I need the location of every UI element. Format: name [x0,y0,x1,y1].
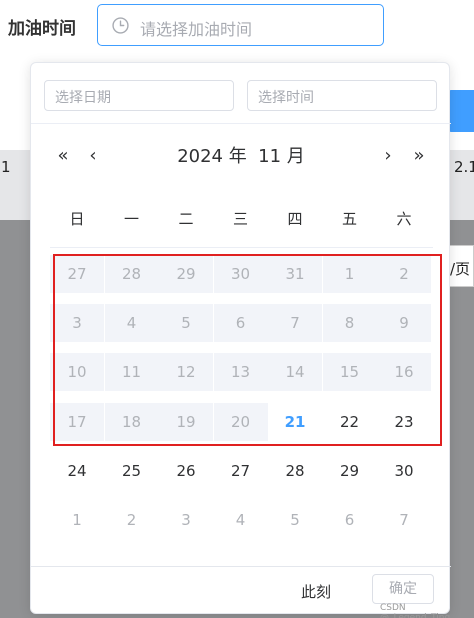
watermark: CSDN @_Legend_Ting [380,603,451,618]
refuel-time-input[interactable]: 请选择加油时间 [97,4,384,46]
weekday-label: 一 [123,210,139,228]
header-divider [31,123,451,124]
calendar-day[interactable]: 2 [105,501,159,539]
calendar-day[interactable]: 5 [268,501,322,539]
next-year-button[interactable]: » [408,145,430,166]
weekday-label: 日 [69,210,85,228]
background-primary-button [446,90,474,132]
footer-divider [31,566,451,567]
calendar-day[interactable]: 26 [159,452,213,490]
calendar-day[interactable]: 28 [268,452,322,490]
calendar-day[interactable]: 7 [377,501,431,539]
month-label[interactable]: 11 月 [258,146,305,167]
annotation-highlight-box [53,254,442,446]
year-label[interactable]: 2024 年 [177,146,247,167]
time-input[interactable]: 选择时间 [247,80,437,111]
calendar-day[interactable]: 3 [159,501,213,539]
calendar-day[interactable]: 27 [214,452,268,490]
background-text-right: 2.1 [454,158,474,176]
weekday-label: 六 [396,210,412,228]
calendar-day[interactable]: 30 [377,452,431,490]
weekday-label: 五 [341,210,357,228]
weekday-label: 四 [287,210,303,228]
calendar-day[interactable]: 24 [50,452,104,490]
refuel-time-placeholder: 请选择加油时间 [140,20,253,39]
weekday-label: 三 [232,210,248,228]
calendar-day[interactable]: 25 [105,452,159,490]
double-chevron-right-icon: » [413,145,425,166]
refuel-time-label: 加油时间 [8,19,76,39]
page: 1 2.1 /页 加油时间 请选择加油时间 选择日期 选择时间 « ‹ 2024… [0,0,474,618]
clock-icon [112,17,129,34]
next-month-button[interactable]: › [377,145,399,166]
date-input[interactable]: 选择日期 [44,80,234,111]
chevron-right-icon: › [384,145,392,166]
background-text-left: 1 [1,158,11,176]
weekday-divider [50,247,433,248]
calendar-day[interactable]: 4 [214,501,268,539]
calendar-day[interactable]: 1 [50,501,104,539]
calendar-day[interactable]: 29 [323,452,377,490]
now-button[interactable]: 此刻 [301,581,331,602]
weekday-label: 二 [178,210,194,228]
background-text-page: /页 [450,260,471,278]
confirm-button[interactable]: 确定 [372,574,434,604]
calendar-day[interactable]: 6 [323,501,377,539]
weekday-header: 日 一 二 三 四 五 六 [50,208,433,238]
